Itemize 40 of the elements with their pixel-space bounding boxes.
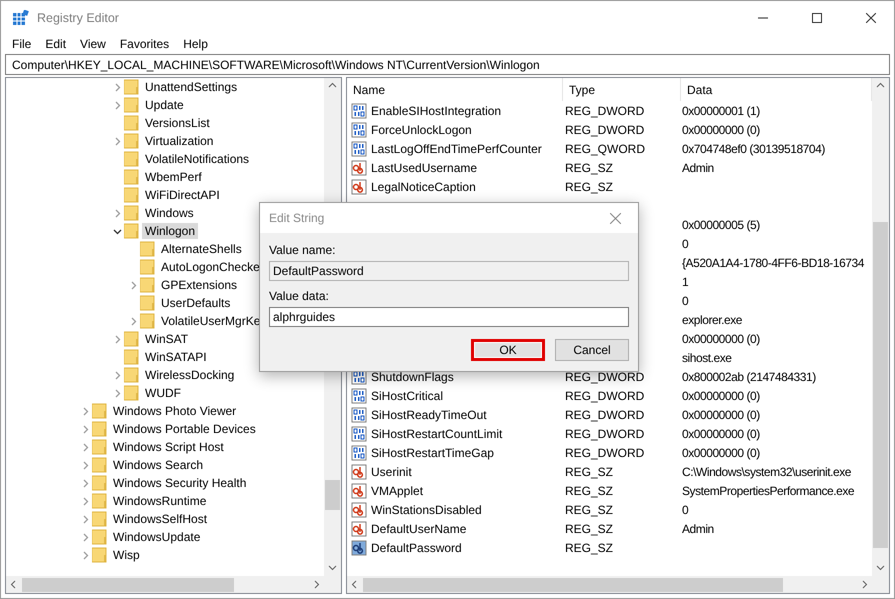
value-type: REG_SZ <box>564 540 614 554</box>
value-type: REG_SZ <box>564 180 614 194</box>
value-type: REG_SZ <box>564 502 614 516</box>
value-data: 0x00000000 (0) <box>681 388 760 402</box>
value-data: C:\Windows\system32\userinit.exe <box>681 464 851 478</box>
value-data: SystemPropertiesPerformance.exe <box>681 484 854 498</box>
field-label: Value data: <box>269 288 330 305</box>
value-data: 0x00000000 (0) <box>681 446 760 460</box>
value-data: 0x800002ab (2147484331) <box>681 370 816 384</box>
value-type: REG_SZ <box>564 522 614 536</box>
value-type: REG_SZ <box>564 464 614 478</box>
value-data: Admin <box>681 522 714 536</box>
value-type: REG_QWORD <box>564 142 646 156</box>
value-data: 1 <box>681 274 688 288</box>
value-type: REG_DWORD <box>564 388 644 402</box>
value-data: {A520A1A4-1780-4FF6-BD18-16734 <box>681 256 864 270</box>
value-data: 0 <box>681 502 688 516</box>
value-data: 0x00000001 (1) <box>681 104 760 118</box>
value-data: 0 <box>681 294 688 308</box>
value-data: 0 <box>681 236 688 250</box>
value-data: 0x00000000 (0) <box>681 426 760 440</box>
dialog-title: Edit String <box>269 211 326 225</box>
value-data: 0x00000005 (5) <box>681 218 760 232</box>
value-type: REG_DWORD <box>564 408 644 422</box>
value-type: REG_DWORD <box>564 426 644 440</box>
value-type: REG_DWORD <box>564 446 644 460</box>
value-type: REG_SZ <box>564 160 614 174</box>
value-data: Admin <box>681 160 714 174</box>
value-data: 0x00000000 (0) <box>681 408 760 422</box>
value-data: sihost.exe <box>681 350 732 364</box>
value-data: 0x00000000 (0) <box>681 332 760 346</box>
value-data: 0x704748ef0 (30139518704) <box>681 142 825 156</box>
window-title: Registry Editor <box>37 10 120 24</box>
value-type: REG_SZ <box>564 484 614 498</box>
value-data: explorer.exe <box>681 312 742 326</box>
field-label: Value name: <box>269 242 336 259</box>
value-data: 0x00000000 (0) <box>681 122 760 136</box>
value-type: REG_DWORD <box>564 104 644 118</box>
value-type: REG_DWORD <box>564 370 644 384</box>
value-type: REG_DWORD <box>564 122 644 136</box>
